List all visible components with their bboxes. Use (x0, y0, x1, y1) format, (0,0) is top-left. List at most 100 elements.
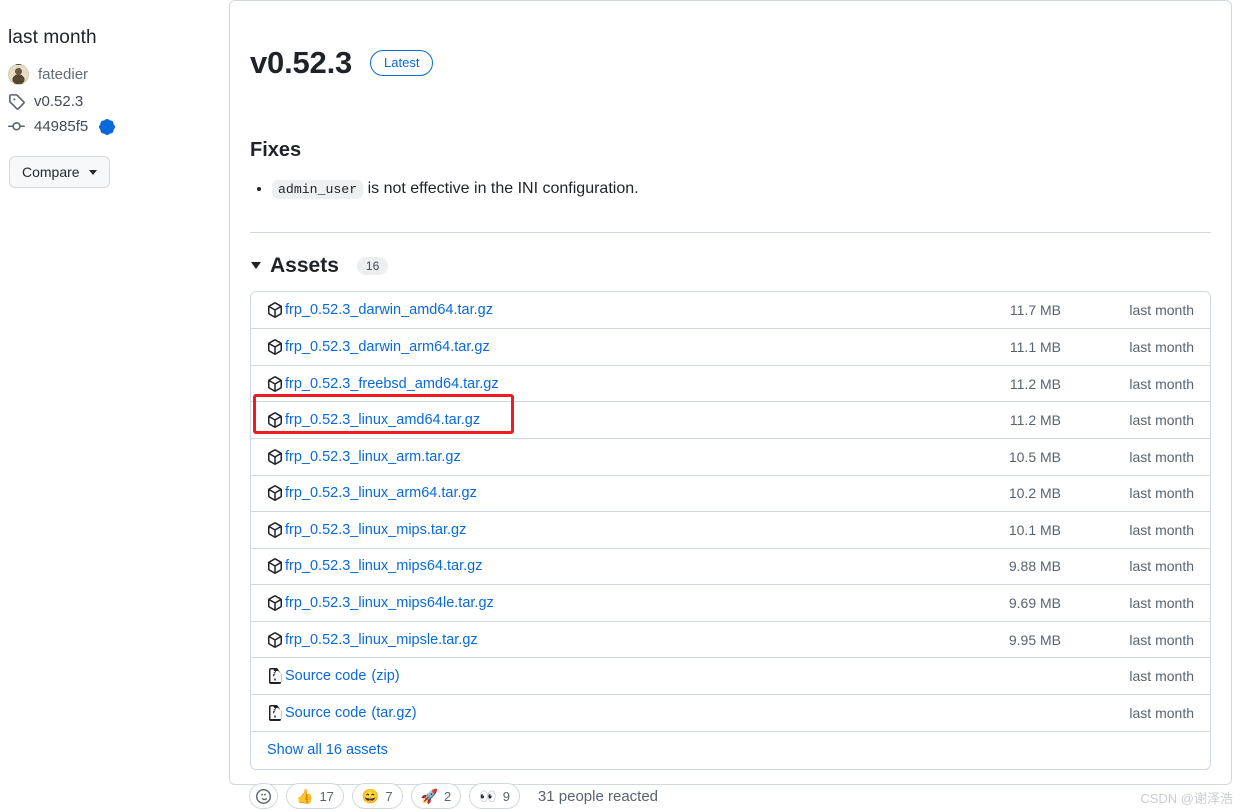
eyes-icon: 👀 (479, 788, 497, 804)
table-row[interactable]: frp_0.52.3_linux_arm.tar.gz 10.5 MB last… (251, 437, 1210, 475)
reactions-summary: 31 people reacted (537, 787, 659, 805)
inline-code: admin_user (272, 179, 364, 199)
asset-link[interactable]: frp_0.52.3_freebsd_amd64.tar.gz (285, 376, 499, 392)
asset-link[interactable]: Source code (285, 705, 366, 721)
reaction-thumbsup-button[interactable]: 👍 17 (286, 783, 344, 809)
asset-name-cell[interactable]: frp_0.52.3_linux_arm64.tar.gz (267, 485, 938, 501)
asset-name-cell[interactable]: Source code (tar.gz) (267, 704, 938, 721)
package-icon (268, 301, 282, 318)
add-reaction-button[interactable] (249, 783, 278, 809)
smiley-icon (256, 788, 271, 804)
assets-toggle[interactable]: Assets (251, 254, 339, 278)
package-icon (268, 375, 282, 392)
list-item: admin_user is not effective in the INI c… (272, 177, 1211, 202)
asset-size: 9.69 MB (1008, 595, 1061, 612)
reactions-bar: 👍 17 😄 7 🚀 2 👀 9 31 people reacted (249, 783, 658, 809)
compare-button[interactable]: Compare (9, 156, 110, 188)
asset-name-cell[interactable]: frp_0.52.3_linux_mips64.tar.gz (267, 558, 938, 574)
asset-link[interactable]: frp_0.52.3_darwin_arm64.tar.gz (285, 339, 490, 355)
triangle-down-icon (251, 262, 261, 270)
reaction-eyes-button[interactable]: 👀 9 (469, 783, 520, 809)
table-row-highlighted[interactable]: frp_0.52.3_linux_amd64.tar.gz 11.2 MB la… (251, 401, 1210, 438)
table-row[interactable]: frp_0.52.3_darwin_arm64.tar.gz 11.1 MB l… (251, 328, 1210, 365)
asset-link[interactable]: frp_0.52.3_linux_amd64.tar.gz (285, 412, 480, 428)
asset-size: 11.2 MB (1009, 412, 1061, 429)
asset-size: 11.2 MB (1009, 375, 1061, 392)
latest-badge[interactable]: Latest (370, 49, 434, 76)
rocket-icon: 🚀 (420, 788, 439, 804)
assets-table: frp_0.52.3_darwin_amd64.tar.gz 11.7 MB l… (250, 290, 1211, 770)
asset-name-cell[interactable]: Source code (zip) (267, 668, 938, 685)
release-tag[interactable]: v0.52.3 (8, 93, 229, 110)
asset-link[interactable]: frp_0.52.3_darwin_amd64.tar.gz (285, 302, 493, 318)
reaction-laugh-button[interactable]: 😄 7 (351, 783, 403, 809)
asset-link[interactable]: frp_0.52.3_linux_mips64le.tar.gz (285, 595, 494, 611)
table-row[interactable]: frp_0.52.3_linux_mipsle.tar.gz 9.95 MB l… (251, 620, 1210, 658)
table-row[interactable]: frp_0.52.3_freebsd_amd64.tar.gz 11.2 MB … (251, 364, 1210, 402)
asset-name-cell[interactable]: frp_0.52.3_darwin_amd64.tar.gz (267, 302, 938, 318)
table-row[interactable]: Source code (zip) last month (251, 657, 1210, 694)
table-row[interactable]: frp_0.52.3_linux_arm64.tar.gz 10.2 MB la… (251, 474, 1210, 512)
verified-badge[interactable] (99, 118, 116, 135)
asset-link[interactable]: frp_0.52.3_linux_mips64.tar.gz (285, 558, 483, 574)
file-zip-icon (269, 704, 282, 721)
asset-name-cell[interactable]: frp_0.52.3_linux_mips64le.tar.gz (267, 595, 938, 611)
table-row[interactable]: frp_0.52.3_darwin_amd64.tar.gz 11.7 MB l… (251, 292, 1210, 329)
show-all-row[interactable]: Show all 16 assets (251, 730, 1210, 769)
asset-size: 10.1 MB (1008, 521, 1061, 538)
page-title: v0.52.3 (250, 44, 353, 80)
asset-suffix: (tar.gz) (371, 704, 417, 721)
table-row[interactable]: Source code (tar.gz) last month (251, 694, 1210, 731)
asset-date: last month (1129, 558, 1194, 575)
table-row[interactable]: frp_0.52.3_linux_mips64.tar.gz 9.88 MB l… (251, 547, 1210, 585)
package-icon (268, 595, 282, 611)
asset-link[interactable]: Source code (285, 668, 366, 684)
asset-name-cell[interactable]: frp_0.52.3_darwin_arm64.tar.gz (267, 339, 938, 355)
asset-size: 10.5 MB (1008, 448, 1061, 465)
show-all-assets-link[interactable]: Show all 16 assets (267, 742, 388, 758)
asset-name-cell[interactable]: frp_0.52.3_linux_arm.tar.gz (267, 449, 938, 465)
compare-label: Compare (22, 164, 80, 180)
asset-date: last month (1129, 338, 1194, 355)
asset-name-cell[interactable]: frp_0.52.3_linux_mips.tar.gz (267, 522, 938, 538)
package-icon (268, 339, 282, 355)
asset-link[interactable]: frp_0.52.3_linux_arm64.tar.gz (285, 485, 477, 501)
tag-icon (9, 94, 25, 110)
verified-icon (99, 118, 116, 135)
release-commit[interactable]: 44985f5 (8, 118, 229, 135)
asset-size: 9.88 MB (1008, 558, 1061, 575)
asset-suffix: (zip) (371, 668, 400, 685)
assets-section: Assets 16 frp_0.52.3_darwin_amd64.tar.gz… (230, 254, 1231, 770)
asset-date: last month (1129, 668, 1194, 685)
asset-date: last month (1129, 521, 1194, 538)
release-panel: v0.52.3 Latest Fixes admin_user is not e… (229, 0, 1232, 785)
table-row[interactable]: frp_0.52.3_linux_mips.tar.gz 10.1 MB las… (251, 511, 1210, 548)
reaction-count: 17 (319, 788, 334, 804)
file-zip-icon (269, 668, 282, 685)
reaction-count: 2 (444, 788, 452, 804)
author-name: fatedier (38, 66, 89, 83)
reaction-count: 7 (385, 788, 393, 804)
assets-title: Assets (270, 253, 339, 277)
asset-name-cell[interactable]: frp_0.52.3_linux_amd64.tar.gz (267, 412, 938, 428)
release-author[interactable]: fatedier (8, 64, 229, 85)
reaction-count: 9 (502, 788, 510, 804)
asset-name-cell[interactable]: frp_0.52.3_freebsd_amd64.tar.gz (267, 376, 938, 392)
reaction-rocket-button[interactable]: 🚀 2 (410, 783, 462, 809)
asset-date: last month (1129, 485, 1194, 502)
asset-size: 11.1 MB (1009, 338, 1061, 355)
release-title-row: v0.52.3 Latest (250, 23, 1211, 103)
chevron-down-icon (88, 169, 97, 175)
asset-name-cell[interactable]: frp_0.52.3_linux_mipsle.tar.gz (267, 632, 938, 648)
table-row[interactable]: frp_0.52.3_linux_mips64le.tar.gz 9.69 MB… (251, 584, 1210, 621)
commit-sha: 44985f5 (34, 118, 89, 135)
asset-link[interactable]: frp_0.52.3_linux_arm.tar.gz (285, 449, 461, 465)
release-sidebar: last month fatedier v0.52.3 44985f5 Comp… (0, 0, 229, 811)
asset-size: 11.7 MB (1009, 301, 1061, 318)
asset-size: 10.2 MB (1008, 485, 1061, 502)
asset-date: last month (1129, 375, 1194, 392)
asset-date: last month (1129, 448, 1194, 465)
asset-link[interactable]: frp_0.52.3_linux_mipsle.tar.gz (285, 632, 478, 648)
asset-link[interactable]: frp_0.52.3_linux_mips.tar.gz (285, 522, 466, 538)
asset-date: last month (1129, 412, 1194, 429)
